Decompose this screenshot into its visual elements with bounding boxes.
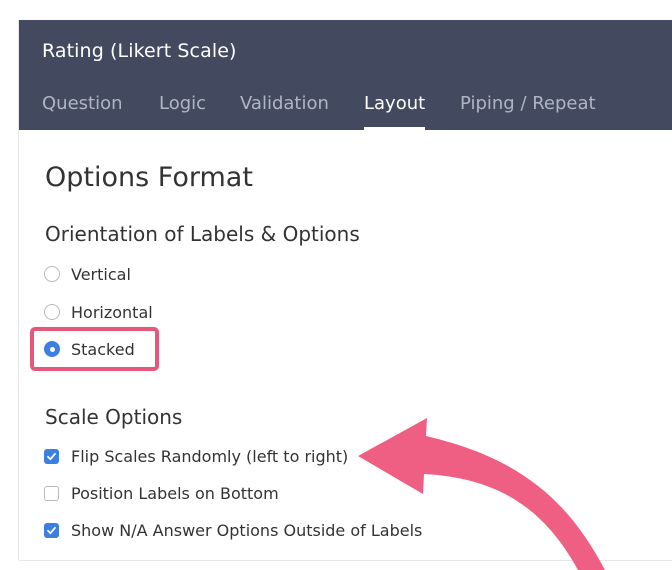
annotation-arrow-icon [358, 418, 605, 570]
